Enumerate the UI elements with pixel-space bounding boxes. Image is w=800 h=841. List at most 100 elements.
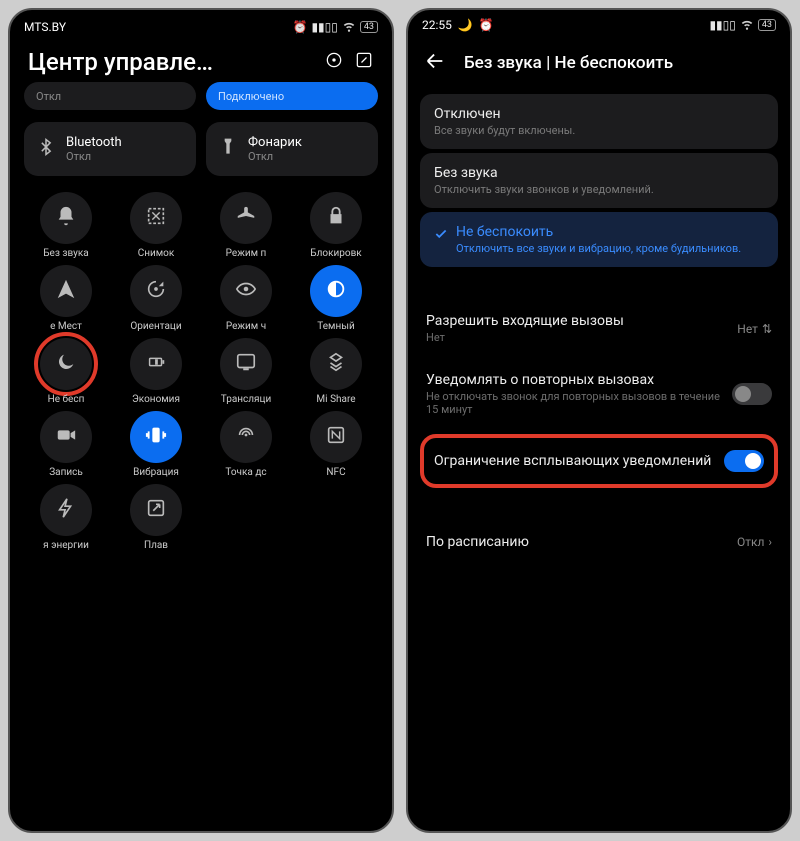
toggle-label: Ориентаци xyxy=(130,321,181,332)
clock-label: 22:55 xyxy=(422,18,452,32)
toggle-circle xyxy=(130,411,182,463)
setting-title: По расписанию xyxy=(426,534,529,550)
toggle-cast[interactable]: Трансляци xyxy=(204,338,288,405)
toggle-lock[interactable]: Блокировк xyxy=(294,192,378,259)
hotspot-icon xyxy=(235,424,257,450)
battery-label: 43 xyxy=(758,19,776,31)
switch-off[interactable] xyxy=(732,383,772,405)
status-bar: MTS.BY ⏰ ▮▮▯▯ 43 xyxy=(10,10,392,38)
toggle-float[interactable]: Плав xyxy=(114,484,198,551)
tile-connected[interactable]: Подключено xyxy=(206,82,378,110)
back-icon[interactable] xyxy=(424,50,446,76)
signal-icon: ▮▮▯▯ xyxy=(311,20,337,34)
toggle-label: Плав xyxy=(144,540,168,551)
control-center-title: Центр управле… xyxy=(28,48,213,76)
toggle-rotation[interactable]: Ориентаци xyxy=(114,265,198,332)
option-desc: Отключить все звуки и вибрацию, кроме бу… xyxy=(456,242,741,255)
toggle-label: Вибрация xyxy=(133,467,179,478)
wifi-icon xyxy=(740,17,754,34)
eye-icon xyxy=(235,278,257,304)
toggle-grid: Без звукаСнимок Режим п Блокировк е Мест Ори… xyxy=(10,186,392,557)
toggle-circle xyxy=(310,192,362,244)
moon-icon: 🌙 xyxy=(458,18,473,32)
location-icon xyxy=(55,278,77,304)
option-card[interactable]: Без звука Отключить звуки звонков и уведо… xyxy=(420,153,778,208)
toggle-label: Блокировк xyxy=(310,248,361,259)
option-title: Не беспокоить xyxy=(456,224,741,240)
big-tiles-row: Bluetooth Откл Фонарик Откл xyxy=(10,118,392,186)
option-dnd[interactable]: Не беспокоить Отключить все звуки и вибра… xyxy=(420,212,778,267)
toggle-circle xyxy=(220,338,272,390)
toggle-label: Режим п xyxy=(226,248,267,259)
toggle-vibration[interactable]: Вибрация xyxy=(114,411,198,478)
toggle-label: Трансляци xyxy=(221,394,271,405)
toggle-label: Не бесп xyxy=(48,394,85,405)
status-bar: 22:55 🌙 ⏰ ▮▮▯▯ 43 xyxy=(408,10,790,38)
bluetooth-tile[interactable]: Bluetooth Откл xyxy=(24,122,196,176)
flashlight-icon xyxy=(218,137,238,161)
dnd-settings-screen: 22:55 🌙 ⏰ ▮▮▯▯ 43 Без звука | Не беспоко… xyxy=(406,8,792,833)
energy-icon xyxy=(55,497,77,523)
toggle-circle xyxy=(130,338,182,390)
allow-calls-row[interactable]: Разрешить входящие вызовы Нет Нет ⇅ xyxy=(408,299,790,358)
toggle-label: Точка дс xyxy=(225,467,266,478)
option-title: Отключен xyxy=(434,106,764,122)
value-control[interactable]: Откл › xyxy=(737,535,772,549)
toggle-circle xyxy=(310,411,362,463)
toggle-circle xyxy=(40,484,92,536)
settings-icon[interactable] xyxy=(324,50,344,74)
toggle-circle xyxy=(40,411,92,463)
carrier-label: MTS.BY xyxy=(24,20,66,34)
toggle-eye[interactable]: Режим ч xyxy=(204,265,288,332)
option-title: Без звука xyxy=(434,165,764,181)
toggle-nfc[interactable]: NFC xyxy=(294,411,378,478)
toggle-airplane[interactable]: Режим п xyxy=(204,192,288,259)
alarm-icon: ⏰ xyxy=(293,20,308,34)
value-label: Откл xyxy=(737,535,764,549)
toggle-dark[interactable]: Темный xyxy=(294,265,378,332)
tile-unknown-off[interactable]: Откл xyxy=(24,82,196,110)
toggle-label: я энергии xyxy=(43,540,89,551)
toggle-screenshot[interactable]: Снимок xyxy=(114,192,198,259)
toggle-label: NFC xyxy=(326,467,345,478)
toggle-record[interactable]: Запись xyxy=(24,411,108,478)
toggle-moon[interactable]: Не бесп xyxy=(24,338,108,405)
schedule-row[interactable]: По расписанию Откл › xyxy=(408,520,790,564)
toggle-circle xyxy=(130,192,182,244)
settings-header: Без звука | Не беспокоить xyxy=(408,38,790,90)
nfc-icon xyxy=(325,424,347,450)
flashlight-tile[interactable]: Фонарик Откл xyxy=(206,122,378,176)
mishare-icon xyxy=(325,351,347,377)
toggle-location[interactable]: е Мест xyxy=(24,265,108,332)
toggle-hotspot[interactable]: Точка дс xyxy=(204,411,288,478)
screenshot-icon xyxy=(145,205,167,231)
toggle-bell[interactable]: Без звука xyxy=(24,192,108,259)
toggle-label: Запись xyxy=(49,467,83,478)
tile-sub: Откл xyxy=(36,90,61,103)
value-label: Нет xyxy=(737,322,758,336)
toggle-mishare[interactable]: Mi Share xyxy=(294,338,378,405)
switch-on[interactable] xyxy=(724,450,764,472)
toggle-label: Режим ч xyxy=(226,321,266,332)
rotation-icon xyxy=(145,278,167,304)
toggle-circle xyxy=(220,192,272,244)
toggle-battery[interactable]: Экономия xyxy=(114,338,198,405)
setting-desc: Не отключать звонок для повторных вызово… xyxy=(426,390,722,416)
toggle-circle xyxy=(220,265,272,317)
setting-title: Разрешить входящие вызовы xyxy=(426,313,624,329)
edit-icon[interactable] xyxy=(354,50,374,74)
dark-icon xyxy=(325,278,347,304)
option-desc: Отключить звуки звонков и уведомлений. xyxy=(434,183,764,196)
lock-icon xyxy=(325,205,347,231)
toggle-label: Mi Share xyxy=(316,394,355,405)
value-control[interactable]: Нет ⇅ xyxy=(737,322,772,336)
cast-icon xyxy=(235,351,257,377)
option-card[interactable]: ОтключенВсе звуки будут включены. xyxy=(420,94,778,149)
repeat-calls-row[interactable]: Уведомлять о повторных вызовах Не отключ… xyxy=(408,358,790,430)
toggle-energy[interactable]: я энергии xyxy=(24,484,108,551)
tile-sub: Откл xyxy=(248,150,302,163)
toggle-circle xyxy=(130,484,182,536)
record-icon xyxy=(55,424,77,450)
tile-sub: Подключено xyxy=(218,90,284,103)
toggle-circle xyxy=(40,338,92,390)
